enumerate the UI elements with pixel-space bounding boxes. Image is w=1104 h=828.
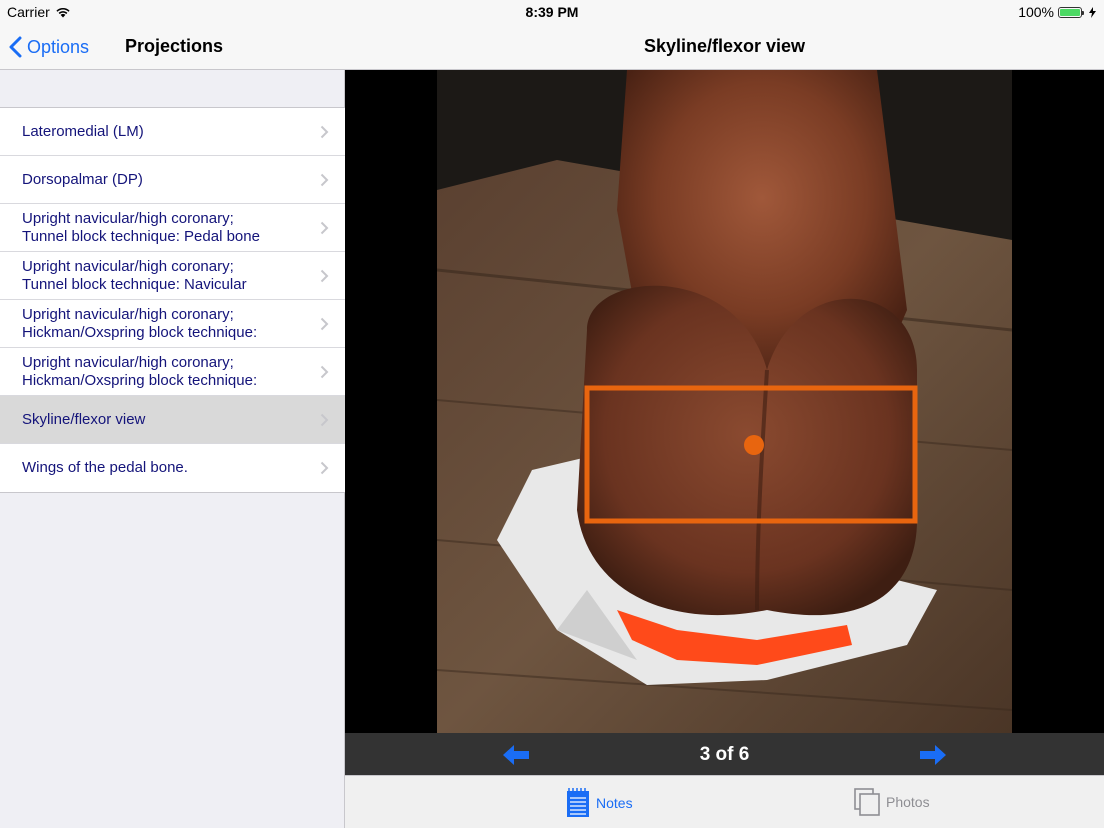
disclosure-chevron-icon xyxy=(320,125,329,139)
disclosure-chevron-icon xyxy=(320,173,329,187)
back-chevron-icon xyxy=(9,36,22,58)
list-item[interactable]: Upright navicular/high coronary; Hickman/… xyxy=(0,300,345,348)
list-item-label: Upright navicular/high coronary; Hickman/… xyxy=(22,353,258,389)
hoof-photo-illustration xyxy=(437,70,1012,733)
master-title: Projections xyxy=(125,36,224,56)
hoof-photo xyxy=(437,70,1012,733)
tab-notes[interactable]: Notes xyxy=(566,788,633,818)
photo-pager: 3 of 6 xyxy=(345,733,1104,775)
list-item-label: Dorsopalmar (DP) xyxy=(22,170,143,188)
status-time: 8:39 PM xyxy=(525,4,579,20)
list-item[interactable]: Upright navicular/high coronary; Tunnel b… xyxy=(0,252,345,300)
battery-percent: 100% xyxy=(1018,4,1054,20)
projections-list: Lateromedial (LM) Dorsopalmar (DP) Uprig… xyxy=(0,107,345,493)
disclosure-chevron-icon xyxy=(320,317,329,331)
page-counter: 3 of 6 xyxy=(699,744,750,765)
disclosure-chevron-icon xyxy=(320,365,329,379)
disclosure-chevron-icon xyxy=(320,269,329,283)
detail-title: Skyline/flexor view xyxy=(643,36,806,56)
list-item-label: Upright navicular/high coronary; Hickman/… xyxy=(22,305,258,341)
battery-icon xyxy=(1058,6,1084,18)
disclosure-chevron-icon xyxy=(320,461,329,475)
tab-bar: Notes Photos xyxy=(345,775,1104,828)
disclosure-chevron-icon xyxy=(320,221,329,235)
list-item-label: Skyline/flexor view xyxy=(22,410,146,428)
battery-indicator: 100% xyxy=(1018,4,1096,20)
master-pane: Options Projections Lateromedial (LM) Do… xyxy=(0,0,345,828)
notes-icon xyxy=(567,788,589,817)
list-item-selected[interactable]: Skyline/flexor view xyxy=(0,396,345,444)
tab-notes-label: Notes xyxy=(596,795,633,811)
right-arrow-icon[interactable] xyxy=(920,745,946,765)
list-item-label: Upright navicular/high coronary; Tunnel b… xyxy=(22,209,260,245)
carrier-indicator: Carrier xyxy=(7,4,71,20)
carrier-label: Carrier xyxy=(7,4,50,20)
list-item[interactable]: Lateromedial (LM) xyxy=(0,108,345,156)
list-item[interactable]: Upright navicular/high coronary; Hickman/… xyxy=(0,348,345,396)
list-item[interactable]: Wings of the pedal bone. xyxy=(0,444,345,492)
back-button[interactable]: Options xyxy=(9,34,89,60)
list-item-label: Lateromedial (LM) xyxy=(22,122,144,140)
tab-photos[interactable]: Photos xyxy=(854,788,930,816)
wifi-icon xyxy=(56,7,70,18)
charging-icon xyxy=(1089,6,1096,18)
detail-pane: Skyline/flexor view 3 of 6 Notes Photos xyxy=(345,0,1104,828)
photo-viewer[interactable] xyxy=(345,70,1104,733)
disclosure-chevron-icon xyxy=(320,413,329,427)
list-item-label: Upright navicular/high coronary; Tunnel b… xyxy=(22,257,247,293)
list-item[interactable]: Dorsopalmar (DP) xyxy=(0,156,345,204)
list-item-label: Wings of the pedal bone. xyxy=(22,459,188,476)
photos-icon xyxy=(854,788,880,816)
back-button-label: Options xyxy=(27,36,90,57)
status-bar: Carrier 8:39 PM 100% xyxy=(0,0,1104,22)
tab-photos-label: Photos xyxy=(886,794,930,810)
list-item[interactable]: Upright navicular/high coronary; Tunnel b… xyxy=(0,204,345,252)
